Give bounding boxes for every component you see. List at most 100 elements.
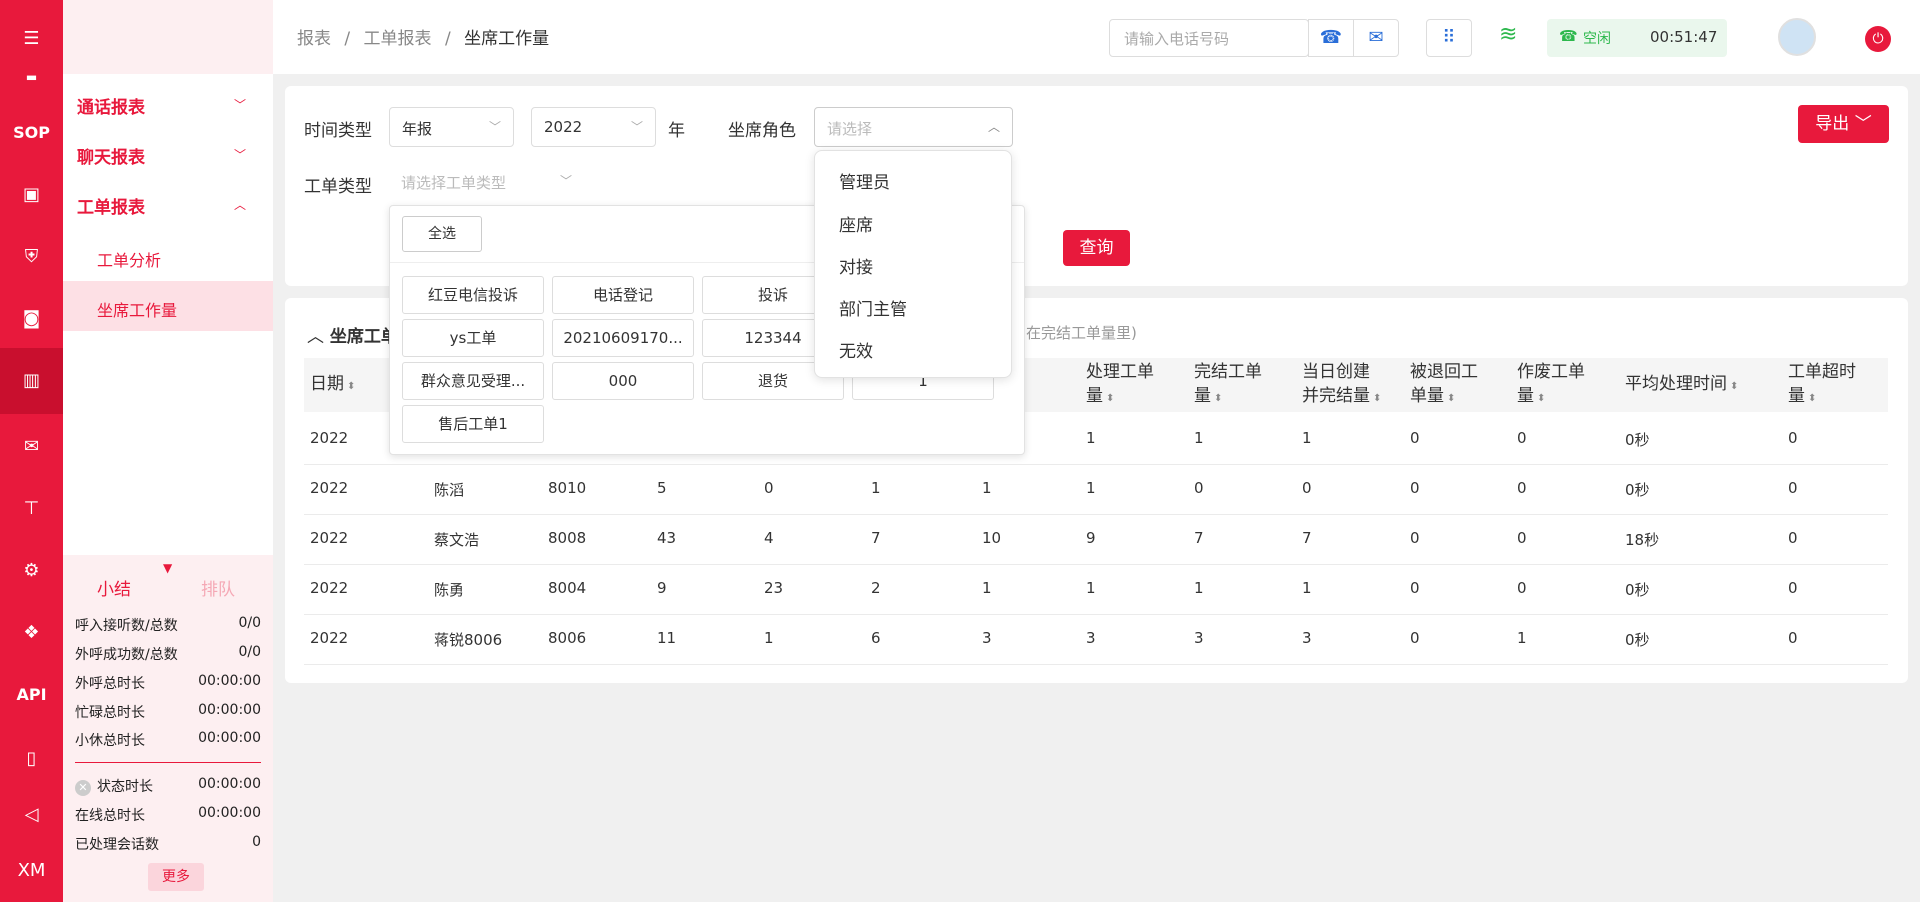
megaphone-icon[interactable]: ◁ xyxy=(0,800,63,830)
order-type-chip[interactable]: 红豆电信投诉 xyxy=(402,276,544,314)
role-option[interactable]: 座席 xyxy=(839,211,873,236)
chat-icon[interactable]: ✉ xyxy=(0,432,63,462)
order-type-chip[interactable]: 售后工单1 xyxy=(402,405,544,443)
stat-row: 已处理会话数 0 xyxy=(75,834,261,853)
table-cell: 0 xyxy=(1410,479,1420,497)
sub-order-analysis[interactable]: 工单分析 xyxy=(97,247,161,271)
table-cell: 11 xyxy=(657,629,677,647)
chevron-down-icon: ﹀ xyxy=(488,120,501,134)
table-cell: 3 xyxy=(982,629,992,647)
table-cell: 0 xyxy=(1517,429,1527,447)
sort-icon[interactable]: ⬍ xyxy=(1537,393,1545,404)
column-header-text: 量 xyxy=(1517,386,1534,406)
robot-icon[interactable]: ◙ xyxy=(0,304,63,334)
row-divider xyxy=(304,514,1888,515)
sort-icon[interactable]: ⬍ xyxy=(1730,381,1738,392)
xm-icon[interactable]: XM xyxy=(0,856,63,886)
sort-icon[interactable]: ⬍ xyxy=(347,381,355,392)
column-header-text: 处理工单 xyxy=(1086,362,1154,382)
sort-icon[interactable]: ⬍ xyxy=(1214,393,1222,404)
role-option[interactable]: 部门主管 xyxy=(839,295,907,320)
sort-icon[interactable]: ⬍ xyxy=(1808,393,1816,404)
power-icon[interactable]: ⏻ xyxy=(1865,26,1891,52)
report-icon[interactable]: ▥ xyxy=(0,366,63,396)
table-cell: 10 xyxy=(982,529,1002,547)
order-type-input[interactable]: 请选择工单类型 xyxy=(401,172,506,193)
table-cell: 7 xyxy=(871,529,881,547)
message-icon[interactable]: ✉ xyxy=(1353,19,1399,57)
time-type-select[interactable]: 年报 ﹀ xyxy=(389,107,514,147)
table-cell: 3 xyxy=(1086,629,1096,647)
column-header[interactable]: 日期 ⬍ xyxy=(310,372,355,399)
chevron-down-icon: ﹀ xyxy=(630,120,643,134)
column-header[interactable]: 被退回工 单量 ⬍ xyxy=(1410,360,1478,411)
table-cell: 3 xyxy=(1194,629,1204,647)
table-cell: 7 xyxy=(1194,529,1204,547)
menu-call-report[interactable]: 通话报表 xyxy=(77,93,145,118)
book-icon[interactable]: ▯ xyxy=(0,744,63,774)
role-label: 坐席角色 xyxy=(728,121,796,141)
column-header[interactable]: 平均处理时间 ⬍ xyxy=(1625,372,1738,399)
table-cell: 0 xyxy=(1302,479,1312,497)
apps-grid-icon[interactable]: ⠿ xyxy=(1426,19,1472,57)
order-type-chip[interactable]: 群众意见受理... xyxy=(402,362,544,400)
year-select[interactable]: 2022 ﹀ xyxy=(531,107,656,147)
order-type-chip[interactable]: 000 xyxy=(552,362,694,400)
role-option[interactable]: 无效 xyxy=(839,337,873,362)
year-value: 2022 xyxy=(544,118,583,136)
menu-chat-report[interactable]: 聊天报表 xyxy=(77,143,145,168)
sort-icon[interactable]: ⬍ xyxy=(1447,393,1455,404)
dial-icon[interactable]: ☎ xyxy=(1308,19,1354,57)
collapse-arrow-icon[interactable]: ▼ xyxy=(163,561,172,575)
api-icon[interactable]: API xyxy=(0,680,63,710)
order-type-chip[interactable]: ys工单 xyxy=(402,319,544,357)
table-cell: 1 xyxy=(871,479,881,497)
inbox-icon[interactable]: ▬ xyxy=(0,62,63,92)
column-header[interactable]: 处理工单量 ⬍ xyxy=(1086,360,1154,411)
menu-order-report[interactable]: 工单报表 xyxy=(77,193,145,218)
monitor-icon[interactable]: ▣ xyxy=(0,180,63,210)
phone-input[interactable]: 请输入电话号码 xyxy=(1109,19,1309,57)
settings-icon[interactable]: ⚙ xyxy=(0,556,63,586)
breadcrumb-item[interactable]: 报表 xyxy=(297,29,331,49)
more-button[interactable]: 更多 xyxy=(148,863,204,891)
tab-summary[interactable]: 小结 xyxy=(97,575,131,600)
sort-icon[interactable]: ⬍ xyxy=(1106,393,1114,404)
sub-agent-workload[interactable]: 坐席工作量 xyxy=(97,297,177,321)
order-type-chip[interactable]: 电话登记 xyxy=(552,276,694,314)
table-cell: 3 xyxy=(1302,629,1312,647)
shield-icon[interactable]: ⛨ xyxy=(0,242,63,272)
section-header[interactable]: ︿ 坐席工单 xyxy=(307,322,398,347)
role-option[interactable]: 管理员 xyxy=(839,168,890,193)
menu-icon[interactable]: ☰ xyxy=(0,24,63,54)
agent-status[interactable]: ☎ 空闲 00:51:47 xyxy=(1547,19,1727,57)
section-title: 坐席工单 xyxy=(329,327,398,347)
table-cell: 0秒 xyxy=(1625,631,1650,649)
left-rail: ☰ ▬ SOP ▣ ⛨ ◙ ▥ ✉ ⊤ ⚙ ❖ API ▯ ◁ XM xyxy=(0,0,63,902)
table-cell: 7 xyxy=(1302,529,1312,547)
tab-queue[interactable]: 排队 xyxy=(201,575,235,600)
column-header[interactable]: 当日创建 并完结量 ⬍ xyxy=(1302,360,1381,411)
sort-icon[interactable]: ⬍ xyxy=(1373,393,1381,404)
column-header[interactable]: 完结工单量 ⬍ xyxy=(1194,360,1262,411)
top-header: 报表 / 工单报表 / 坐席工作量 请输入电话号码 ☎ ✉ ⠿ ≋ ☎ 空闲 0… xyxy=(273,0,1920,74)
table-cell: 9 xyxy=(1086,529,1096,547)
breadcrumb-item[interactable]: 工单报表 xyxy=(364,29,432,49)
query-button[interactable]: 查询 xyxy=(1063,230,1130,266)
role-option[interactable]: 对接 xyxy=(839,253,873,278)
breadcrumb-current: 坐席工作量 xyxy=(464,29,550,49)
column-header[interactable]: 工单超时量 ⬍ xyxy=(1788,360,1856,411)
org-icon[interactable]: ⊤ xyxy=(0,494,63,524)
order-type-chip[interactable]: 20210609170... xyxy=(552,319,694,357)
export-button[interactable]: 导出 ﹀ xyxy=(1798,105,1889,143)
table-cell: 陈勇 xyxy=(434,581,465,599)
cluster-icon[interactable]: ❖ xyxy=(0,618,63,648)
role-select[interactable]: 请选择 ︿ xyxy=(814,107,1013,147)
select-all-button[interactable]: 全选 xyxy=(402,216,482,252)
column-header[interactable]: 作废工单量 ⬍ xyxy=(1517,360,1585,411)
chevron-down-icon: ﹀ xyxy=(234,148,247,162)
breadcrumb-sep: / xyxy=(444,29,451,49)
table-cell: 1 xyxy=(1302,579,1312,597)
sop-icon[interactable]: SOP xyxy=(0,118,63,148)
avatar[interactable] xyxy=(1778,18,1816,56)
